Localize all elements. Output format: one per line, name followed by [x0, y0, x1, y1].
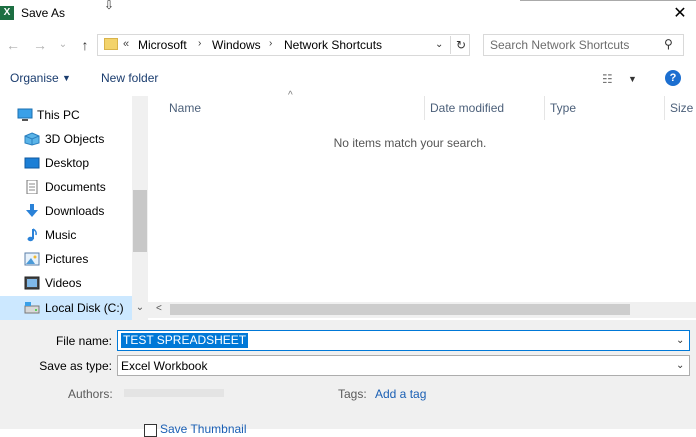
save-as-type-select[interactable]: Excel Workbook ⌄	[117, 355, 690, 376]
sidebar-item-label: This PC	[37, 108, 80, 122]
back-button[interactable]: ←	[4, 36, 22, 54]
recent-locations-button[interactable]: ⌄	[54, 36, 72, 54]
sidebar-item-this-pc[interactable]: This PC	[0, 103, 132, 127]
refresh-button[interactable]: ↻	[450, 36, 471, 54]
drive-icon	[24, 302, 40, 314]
sidebar-item-label: Local Disk (C:)	[45, 301, 124, 315]
column-header-name[interactable]: Name	[169, 101, 201, 115]
save-as-type-value[interactable]: Excel Workbook	[121, 359, 207, 373]
sidebar-item-label: Videos	[45, 276, 82, 290]
add-tag-link[interactable]: Add a tag	[375, 387, 426, 401]
sort-indicator-icon: ^	[288, 90, 293, 101]
help-button[interactable]: ?	[665, 70, 681, 86]
document-icon	[26, 180, 38, 194]
sidebar-item-local-disk[interactable]: Local Disk (C:)	[0, 296, 132, 320]
tags-label: Tags:	[338, 387, 367, 401]
sidebar-item-label: 3D Objects	[45, 132, 105, 146]
address-dropdown-icon[interactable]: ⌄	[435, 39, 443, 50]
breadcrumb-network-shortcuts[interactable]: Network Shortcuts	[284, 38, 382, 52]
chevron-down-icon[interactable]: ⌄	[676, 360, 684, 371]
new-folder-button[interactable]: New folder	[101, 71, 158, 85]
download-icon	[26, 204, 38, 217]
excel-app-icon: X	[0, 6, 14, 20]
search-box[interactable]: ⚲	[483, 34, 684, 56]
column-header-size[interactable]: Size	[670, 101, 693, 115]
sidebar-item-label: Documents	[45, 180, 106, 194]
file-name-value[interactable]: TEST SPREADSHEET	[121, 333, 249, 348]
file-name-input[interactable]: TEST SPREADSHEET ⌄	[117, 330, 690, 351]
sidebar-item-pictures[interactable]: Pictures	[0, 247, 132, 271]
file-name-label: File name:	[55, 334, 112, 348]
authors-value-redacted[interactable]	[124, 389, 224, 397]
sidebar-item-label: Desktop	[45, 156, 90, 170]
search-icon[interactable]: ⚲	[664, 37, 673, 51]
save-thumbnail-label[interactable]: Save Thumbnail	[160, 422, 247, 436]
save-as-type-label: Save as type:	[39, 359, 112, 373]
empty-results-message: No items match your search.	[333, 136, 487, 150]
sidebar-item-label: Downloads	[45, 204, 105, 218]
sidebar-item-desktop[interactable]: Desktop	[0, 151, 132, 175]
breadcrumb-windows[interactable]: Windows	[212, 38, 261, 52]
breadcrumb-separator[interactable]: ›	[198, 38, 201, 49]
breadcrumb-microsoft[interactable]: Microsoft	[138, 38, 187, 52]
chevron-left-icon[interactable]: <	[156, 303, 162, 314]
view-options-icon[interactable]: ☷	[602, 72, 613, 86]
cube-icon	[24, 132, 40, 146]
sidebar-item-label: Pictures	[45, 252, 89, 266]
column-header-date-modified[interactable]: Date modified	[430, 101, 504, 115]
picture-icon	[24, 252, 40, 266]
column-header-type[interactable]: Type	[550, 101, 576, 115]
breadcrumb-separator[interactable]: ›	[269, 38, 272, 49]
nav-scrollbar-thumb[interactable]	[133, 190, 147, 252]
close-button[interactable]: ✕	[664, 0, 696, 28]
music-icon	[27, 228, 37, 242]
sidebar-item-downloads[interactable]: Downloads	[0, 199, 132, 223]
column-divider[interactable]	[424, 96, 425, 120]
sidebar-item-label: Music	[45, 228, 77, 242]
organise-button[interactable]: Organise	[10, 71, 59, 85]
chevron-down-icon[interactable]: ⌄	[676, 335, 684, 346]
chevron-down-icon[interactable]: ⌄	[133, 302, 147, 313]
address-bar[interactable]: « Microsoft › Windows › Network Shortcut…	[97, 34, 470, 56]
sidebar-item-3d-objects[interactable]: 3D Objects	[0, 127, 132, 151]
authors-label: Authors:	[68, 387, 113, 401]
mouse-cursor-icon: ⇩	[104, 0, 115, 12]
chevron-down-icon[interactable]: ▼	[62, 73, 71, 83]
window-title: Save As	[21, 6, 66, 20]
folder-icon	[104, 38, 118, 50]
save-thumbnail-checkbox[interactable]	[144, 424, 157, 437]
pc-icon	[17, 108, 33, 121]
chevron-down-icon[interactable]: ▼	[628, 74, 637, 84]
search-input[interactable]	[490, 37, 660, 53]
column-divider[interactable]	[664, 96, 665, 120]
column-divider[interactable]	[544, 96, 545, 120]
up-button[interactable]: ↑	[76, 36, 94, 54]
breadcrumb-overflow[interactable]: «	[123, 38, 129, 50]
horizontal-scrollbar-thumb[interactable]	[170, 304, 630, 315]
forward-button[interactable]: →	[31, 36, 49, 54]
sidebar-item-documents[interactable]: Documents	[0, 175, 132, 199]
desktop-icon	[24, 157, 40, 169]
video-icon	[24, 276, 40, 290]
sidebar-item-videos[interactable]: Videos	[0, 271, 132, 295]
sidebar-item-music[interactable]: Music	[0, 223, 132, 247]
